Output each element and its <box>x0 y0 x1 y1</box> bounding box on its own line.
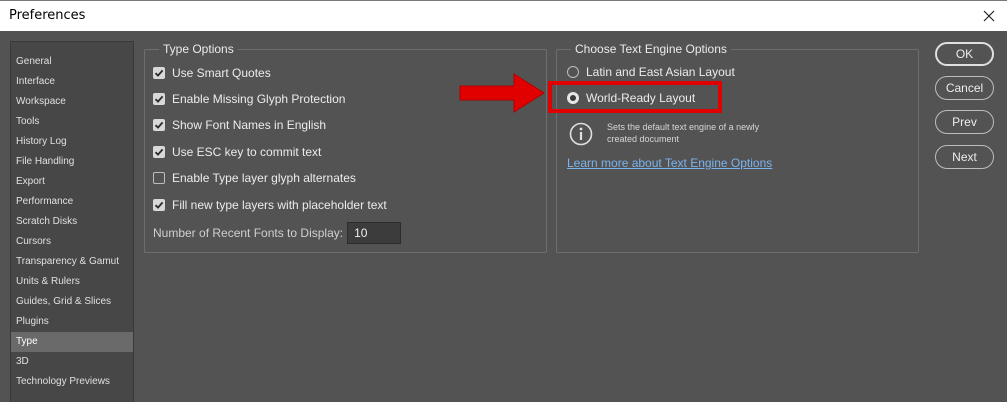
sidebar-item-interface[interactable]: Interface <box>11 72 133 92</box>
glyph-alternates-label: Enable Type layer glyph alternates <box>172 171 356 185</box>
ok-button[interactable]: OK <box>935 42 994 66</box>
placeholder-text-checkbox[interactable]: Fill new type layers with placeholder te… <box>153 196 387 214</box>
smart-quotes-checkbox[interactable]: Use Smart Quotes <box>153 64 271 82</box>
preferences-sidebar: General Interface Workspace Tools Histor… <box>10 41 134 402</box>
recent-fonts-label: Number of Recent Fonts to Display: <box>153 226 344 240</box>
checkmark-icon <box>153 146 165 158</box>
sidebar-item-scratch-disks[interactable]: Scratch Disks <box>11 212 133 232</box>
missing-glyph-label: Enable Missing Glyph Protection <box>172 92 346 106</box>
font-names-english-checkbox[interactable]: Show Font Names in English <box>153 116 326 134</box>
sidebar-item-technology-previews[interactable]: Technology Previews <box>11 372 133 392</box>
annotation-highlight-box <box>548 81 722 113</box>
arrow-icon <box>456 71 548 115</box>
sidebar-item-guides-grid-slices[interactable]: Guides, Grid & Slices <box>11 292 133 312</box>
esc-commit-checkbox[interactable]: Use ESC key to commit text <box>153 143 321 161</box>
info-line-2: created document <box>607 134 680 144</box>
empty-checkbox-icon <box>153 172 165 184</box>
sidebar-item-transparency-gamut[interactable]: Transparency & Gamut <box>11 252 133 272</box>
recent-fonts-input[interactable]: 10 <box>347 222 402 244</box>
info-icon <box>569 122 593 146</box>
sidebar-item-general[interactable]: General <box>11 52 133 72</box>
esc-commit-label: Use ESC key to commit text <box>172 145 322 159</box>
info-line-1: Sets the default text engine of a newly <box>607 122 760 132</box>
checkmark-icon <box>153 93 165 105</box>
checkmark-icon <box>153 199 165 211</box>
sidebar-item-workspace[interactable]: Workspace <box>11 92 133 112</box>
learn-more-link[interactable]: Learn more about Text Engine Options <box>567 156 772 170</box>
text-engine-title: Choose Text Engine Options <box>571 42 731 56</box>
missing-glyph-checkbox[interactable]: Enable Missing Glyph Protection <box>153 90 345 108</box>
sidebar-item-3d[interactable]: 3D <box>11 352 133 372</box>
sidebar-item-export[interactable]: Export <box>11 172 133 192</box>
sidebar-item-performance[interactable]: Performance <box>11 192 133 212</box>
recent-fonts-row: Number of Recent Fonts to Display: 10 <box>153 222 402 244</box>
checkmark-icon <box>153 119 165 131</box>
sidebar-item-tools[interactable]: Tools <box>11 112 133 132</box>
latin-east-asian-radio[interactable]: Latin and East Asian Layout <box>567 63 735 81</box>
sidebar-item-cursors[interactable]: Cursors <box>11 232 133 252</box>
prev-button[interactable]: Prev <box>935 110 994 134</box>
sidebar-item-plugins[interactable]: Plugins <box>11 312 133 332</box>
latin-east-asian-label: Latin and East Asian Layout <box>586 65 735 79</box>
font-names-english-label: Show Font Names in English <box>172 118 327 132</box>
window-title: Preferences <box>9 8 86 23</box>
info-description: Sets the default text engine of a newly … <box>607 121 807 145</box>
radio-off-icon <box>567 66 579 78</box>
sidebar-item-type[interactable]: Type <box>11 332 133 352</box>
sidebar-item-history-log[interactable]: History Log <box>11 132 133 152</box>
checkmark-icon <box>153 67 165 79</box>
cancel-button[interactable]: Cancel <box>935 76 994 100</box>
close-icon[interactable] <box>977 4 1001 28</box>
preferences-dialog: General Interface Workspace Tools Histor… <box>0 31 1007 402</box>
type-options-title: Type Options <box>159 42 238 56</box>
smart-quotes-label: Use Smart Quotes <box>172 66 271 80</box>
placeholder-text-label: Fill new type layers with placeholder te… <box>172 198 387 212</box>
sidebar-item-units-rulers[interactable]: Units & Rulers <box>11 272 133 292</box>
glyph-alternates-checkbox[interactable]: Enable Type layer glyph alternates <box>153 169 356 187</box>
sidebar-item-file-handling[interactable]: File Handling <box>11 152 133 172</box>
title-bar: Preferences <box>0 0 1007 31</box>
text-engine-group: Choose Text Engine Options Latin and Eas… <box>556 42 919 253</box>
next-button[interactable]: Next <box>935 145 994 169</box>
